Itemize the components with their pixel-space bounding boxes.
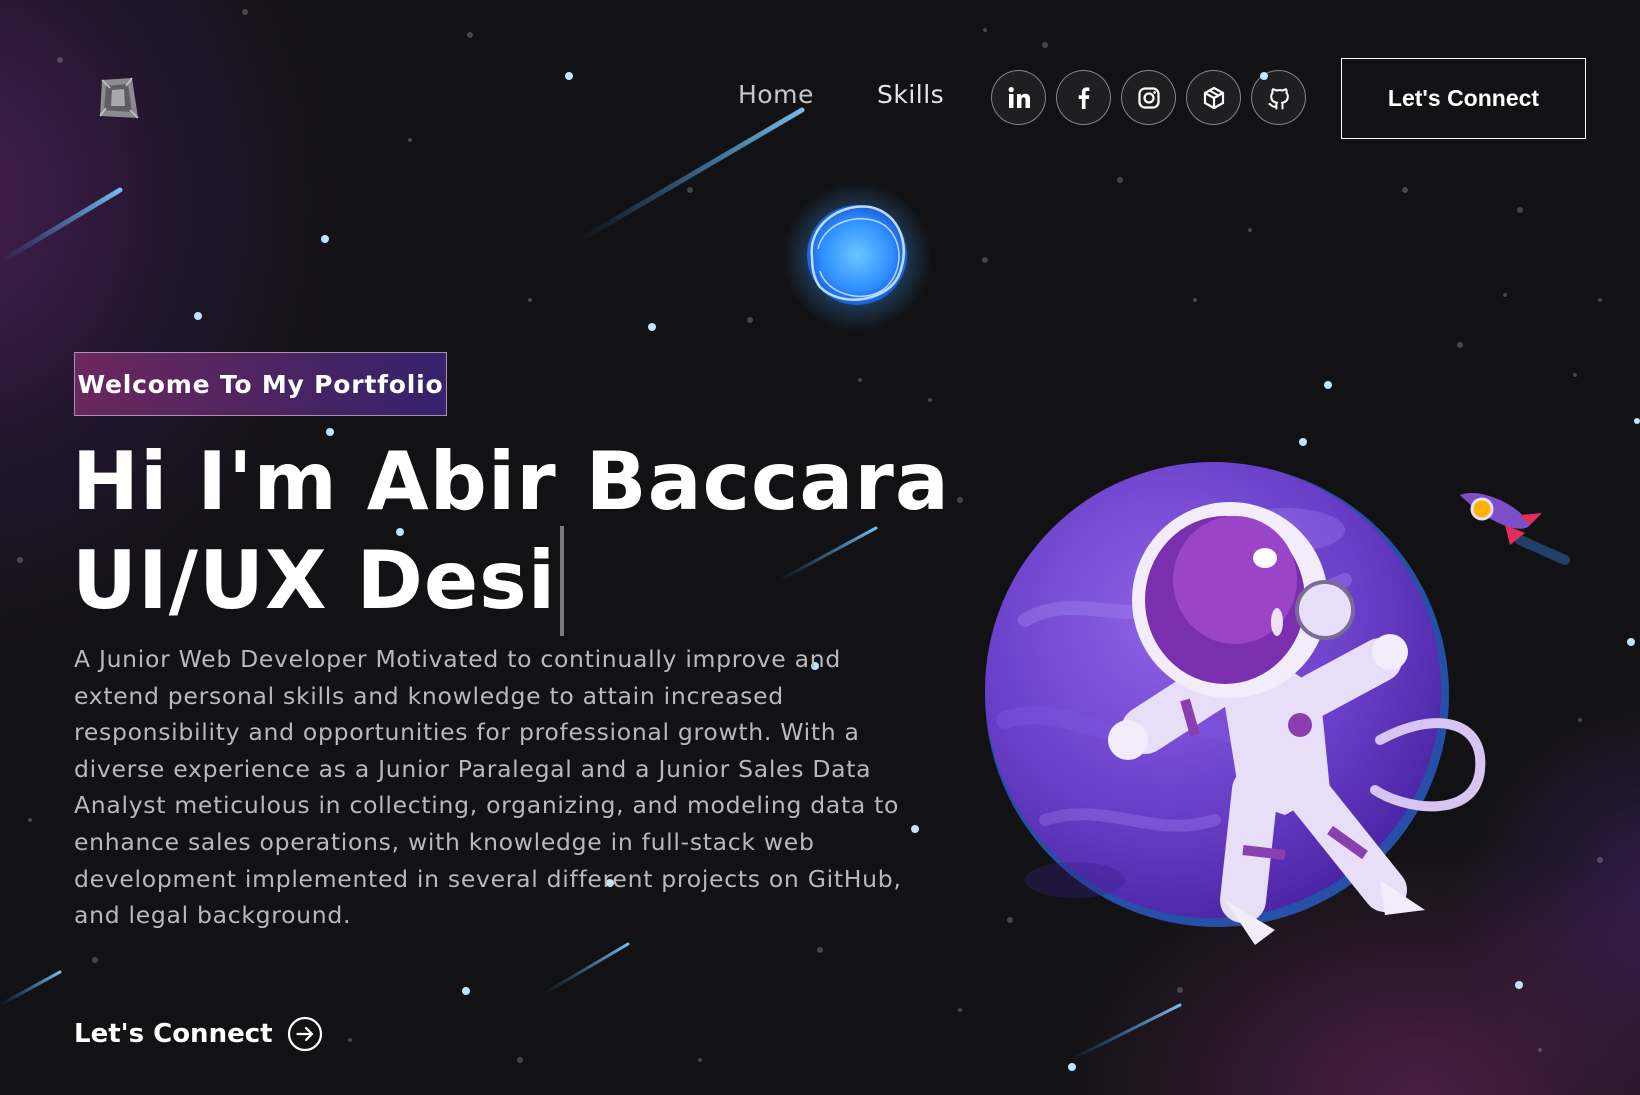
bio-line: A Junior Web Developer Motivated to cont… [74,645,841,673]
linkedin-button[interactable] [991,70,1046,125]
bio-line: diverse experience as a Junior Paralegal… [74,754,872,783]
nav-link-skills[interactable]: Skills [877,80,944,109]
bio-line: enhance sales operations, with knowledge… [74,827,815,856]
hero-headline: Hi I'm Abir Baccara UI/UX Desi [72,438,952,636]
cta-label: Let's Connect [74,1019,273,1049]
welcome-tagline-badge: Welcome To My Portfolio [74,352,447,416]
headline-line-1: Hi I'm Abir Baccara [72,435,950,528]
instagram-button[interactable] [1121,70,1176,125]
arrow-right-circle-icon [287,1016,322,1052]
cube-button[interactable] [1186,70,1241,125]
logo-icon[interactable] [96,76,140,122]
cube-icon [1203,86,1224,109]
bio-line: extend personal skills and knowledge to … [74,681,784,710]
nav-link-home[interactable]: Home [738,80,814,109]
github-icon [1268,87,1289,109]
typing-text: UI/UX Desi [72,534,557,627]
hero-bio-paragraph: A Junior Web Developer Motivated to cont… [74,641,914,934]
rocket-illustration [1460,493,1570,565]
small-blue-planet [783,185,930,331]
lets-connect-hero-button[interactable]: Let's Connect [74,1014,323,1054]
instagram-icon [1137,86,1160,109]
facebook-icon [1078,86,1089,109]
headline-line-2: UI/UX Desi [72,526,952,636]
portfolio-page: Home Skills Let's Connect Welcome To My … [0,0,1640,1095]
github-button[interactable] [1251,70,1306,125]
linkedin-icon [1008,86,1030,108]
bio-line: Analyst meticulous in collecting, organi… [74,791,900,820]
bio-line: responsibility and opportunities for pro… [74,718,860,747]
facebook-button[interactable] [1056,70,1111,125]
bio-line: and legal background. [74,901,352,930]
lets-connect-nav-button[interactable]: Let's Connect [1341,58,1586,139]
typing-cursor [560,526,565,636]
bio-line: development implemented in several diffe… [74,864,902,893]
